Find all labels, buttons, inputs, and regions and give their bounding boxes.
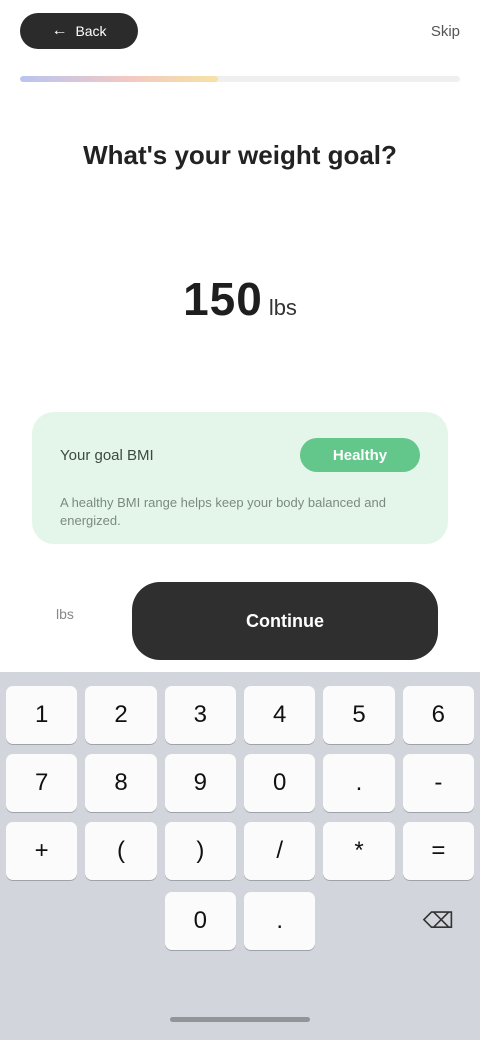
keyboard-key[interactable]: = [402,822,474,880]
keyboard-key[interactable]: 3 [164,686,236,744]
back-button[interactable]: ← Back [20,13,138,49]
top-bar: ← Back Skip [20,12,460,50]
keyboard-key[interactable]: ( [85,822,157,880]
bmi-description: A healthy BMI range helps keep your body… [60,495,386,528]
bmi-label: Your goal BMI [60,446,154,464]
bmi-card-header: Your goal BMI Healthy [60,438,420,472]
progress-fill [20,76,218,82]
keyboard-keys: 1 2 3 4 5 6 7 8 9 0. - +() / * = [6,686,474,880]
keyboard-key[interactable]: - [402,754,474,812]
keyboard-key[interactable]: 8 [85,754,157,812]
keyboard-key[interactable]: ) [164,822,236,880]
home-indicator [170,1017,310,1022]
continue-label: Continue [246,610,324,631]
keyboard-key[interactable]: 6 [402,686,474,744]
back-label: Back [75,23,107,39]
bmi-card: Your goal BMI Healthy A healthy BMI rang… [32,412,448,544]
question-title: What's your weight goal? [83,140,397,170]
skip-link[interactable]: Skip [372,23,460,40]
progress-bar [20,76,460,82]
keyboard-key[interactable]: / [244,822,316,880]
weight-value-display[interactable]: 150 lbs [0,272,480,326]
keyboard-key[interactable]: . [323,754,395,812]
key-dot[interactable]: . [244,892,316,950]
key-0[interactable]: 0 [164,892,236,950]
keyboard-spacer [6,892,77,950]
keyboard-spacer [323,892,394,950]
unit-hint[interactable]: lbs [56,606,116,622]
keyboard-key[interactable]: 4 [244,686,316,744]
keyboard-key[interactable]: 5 [323,686,395,744]
keyboard-key[interactable]: 9 [164,754,236,812]
keyboard-key[interactable]: 7 [6,754,78,812]
keyboard-key[interactable]: 2 [85,686,157,744]
backspace-icon[interactable]: ⌫ [403,892,474,950]
keyboard-key[interactable]: * [323,822,395,880]
keyboard-bottom-row: 0 . ⌫ [6,892,474,950]
keyboard-key[interactable]: 1 [6,686,78,744]
continue-button[interactable]: Continue [132,582,438,660]
keyboard-key[interactable]: 0 [244,754,316,812]
keyboard-key[interactable]: + [6,822,78,880]
numeric-keyboard: 1 2 3 4 5 6 7 8 9 0. - +() / * = 0 . ⌫ [0,672,480,1040]
keyboard-spacer [85,892,156,950]
bmi-status-badge: Healthy [300,438,420,472]
weight-unit: lbs [268,295,297,320]
weight-value: 150 [183,273,263,325]
arrow-left-icon: ← [51,22,68,39]
